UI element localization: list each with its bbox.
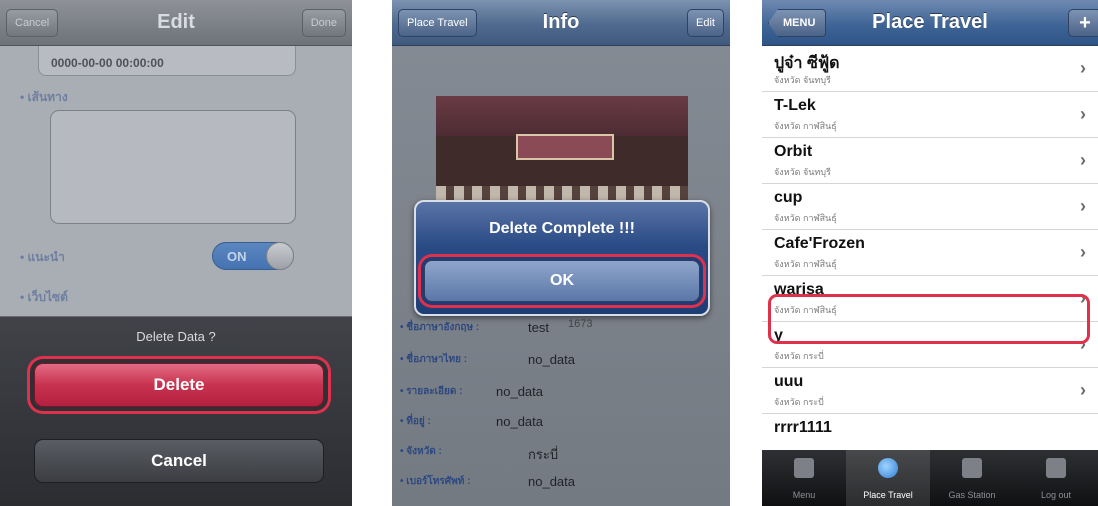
photo-stage [436,96,688,136]
list-title: Place Travel [872,11,988,33]
recommend-toggle[interactable]: ON [212,242,294,270]
item-name: Cafe'Frozen [774,235,865,252]
delete-action-sheet: Delete Data ? Delete Cancel [0,316,352,506]
edit-title: Edit [157,11,195,33]
edit-nav-button[interactable]: Edit [687,9,724,37]
website-label: • เว็บไซต์ [20,290,68,304]
item-name: rrrr1111 [774,419,832,436]
recommend-label: • แนะนำ [20,250,65,264]
cancel-button[interactable]: Cancel [34,439,324,483]
dialog-title: Delete Complete !!! [489,220,635,237]
tab-label: Gas Station [948,490,996,500]
chevron-right-icon: › [1080,380,1086,400]
info-value: no_data [528,352,575,367]
chevron-right-icon: › [1080,150,1086,170]
chevron-right-icon: › [1080,104,1086,124]
info-value: test [528,320,549,335]
item-province: จังหวัด จันทบุรี [774,167,831,177]
add-place-button[interactable]: + [1068,9,1098,37]
tab-menu[interactable]: Menu [762,450,846,506]
item-name: T-Lek [774,97,816,114]
list-item[interactable]: ปูจ๋า ซีฟู้ด จังหวัด จันทบุรี › [762,46,1098,92]
tab-gas-station[interactable]: Gas Station [930,450,1014,506]
list-navbar: MENU Place Travel + [762,0,1098,46]
home-icon [794,458,814,478]
tab-label: Menu [792,490,816,500]
ok-button[interactable]: OK [424,260,700,302]
tab-label: Place Travel [863,490,913,500]
info-label: • ชื่อภาษาไทย : [400,354,468,365]
chevron-right-icon: › [1080,242,1086,262]
gas-pump-icon [962,458,982,478]
item-province: จังหวัด จันทบุรี [774,75,831,85]
list-item[interactable]: uuu จังหวัด กระบี่ › [762,368,1098,414]
edit-form: 0000-00-00 00:00:00 • เส้นทาง • แนะนำ ON… [0,46,352,316]
edit-screen: Cancel Edit Done 0000-00-00 00:00:00 • เ… [0,0,352,506]
info-value: no_data [496,384,543,399]
route-label: • เส้นทาง [20,90,68,104]
info-label: • เบอร์โทรศัพท์ : [400,476,471,487]
item-province: จังหวัด กระบี่ [774,351,824,361]
list-item[interactable]: Orbit จังหวัด จันทบุรี › [762,138,1098,184]
item-province: จังหวัด กระบี่ [774,397,824,407]
item-province: จังหวัด กาฬสินธุ์ [774,121,837,131]
item-name: cup [774,189,803,206]
list-item[interactable]: Cafe'Frozen จังหวัด กาฬสินธุ์ › [762,230,1098,276]
chevron-right-icon: › [1080,196,1086,216]
info-value: กระบี่ [528,447,559,462]
info-label: • จังหวัด : [400,446,442,457]
edit-navbar: Cancel Edit Done [0,0,352,46]
toggle-label: ON [227,249,247,264]
done-nav-button[interactable]: Done [301,9,346,37]
tab-place-travel[interactable]: Place Travel [846,450,930,506]
info-value: no_data [528,474,575,489]
tab-label: Log out [1040,490,1072,500]
selection-highlight [768,294,1090,344]
info-label: • ที่อยู่ : [400,416,431,427]
list-item[interactable]: cup จังหวัด กาฬสินธุ์ › [762,184,1098,230]
sheet-title: Delete Data ? [136,329,216,344]
delete-button[interactable]: Delete [34,363,324,407]
info-navbar: Place Travel Info Edit [392,0,730,46]
info-value: no_data [496,414,543,429]
place-travel-screen: MENU Place Travel + ปูจ๋า ซีฟู้ด จังหวัด… [762,0,1098,506]
list-item[interactable]: T-Lek จังหวัด กาฬสินธุ์ › [762,92,1098,138]
chevron-right-icon: › [1080,58,1086,78]
tab-bar: Menu Place Travel Gas Station Log out [762,450,1098,506]
toggle-knob [266,242,294,270]
photo-banner [516,134,614,160]
item-province: จังหวัด กาฬสินธุ์ [774,259,837,269]
route-textarea[interactable] [50,110,296,224]
item-name: uuu [774,373,804,390]
globe-icon [878,458,898,478]
door-icon [1046,458,1066,478]
partial-id-text: 1673 [568,318,593,330]
place-list: ปูจ๋า ซีฟู้ด จังหวัด จันทบุรี › T-Lek จั… [762,46,1098,450]
info-label: • รายละเอียด : [400,386,463,397]
delete-complete-dialog: Delete Complete !!! OK [414,200,710,316]
date-field[interactable]: 0000-00-00 00:00:00 [38,46,296,76]
info-label: • ชื่อภาษาอังกฤษ : [400,322,480,333]
info-title: Info [542,11,580,33]
info-screen: Place Travel Info Edit • ชื่อภาษาอังกฤษ … [392,0,730,506]
item-province: จังหวัด กาฬสินธุ์ [774,213,837,223]
tab-log-out[interactable]: Log out [1014,450,1098,506]
item-name: Orbit [774,143,813,160]
